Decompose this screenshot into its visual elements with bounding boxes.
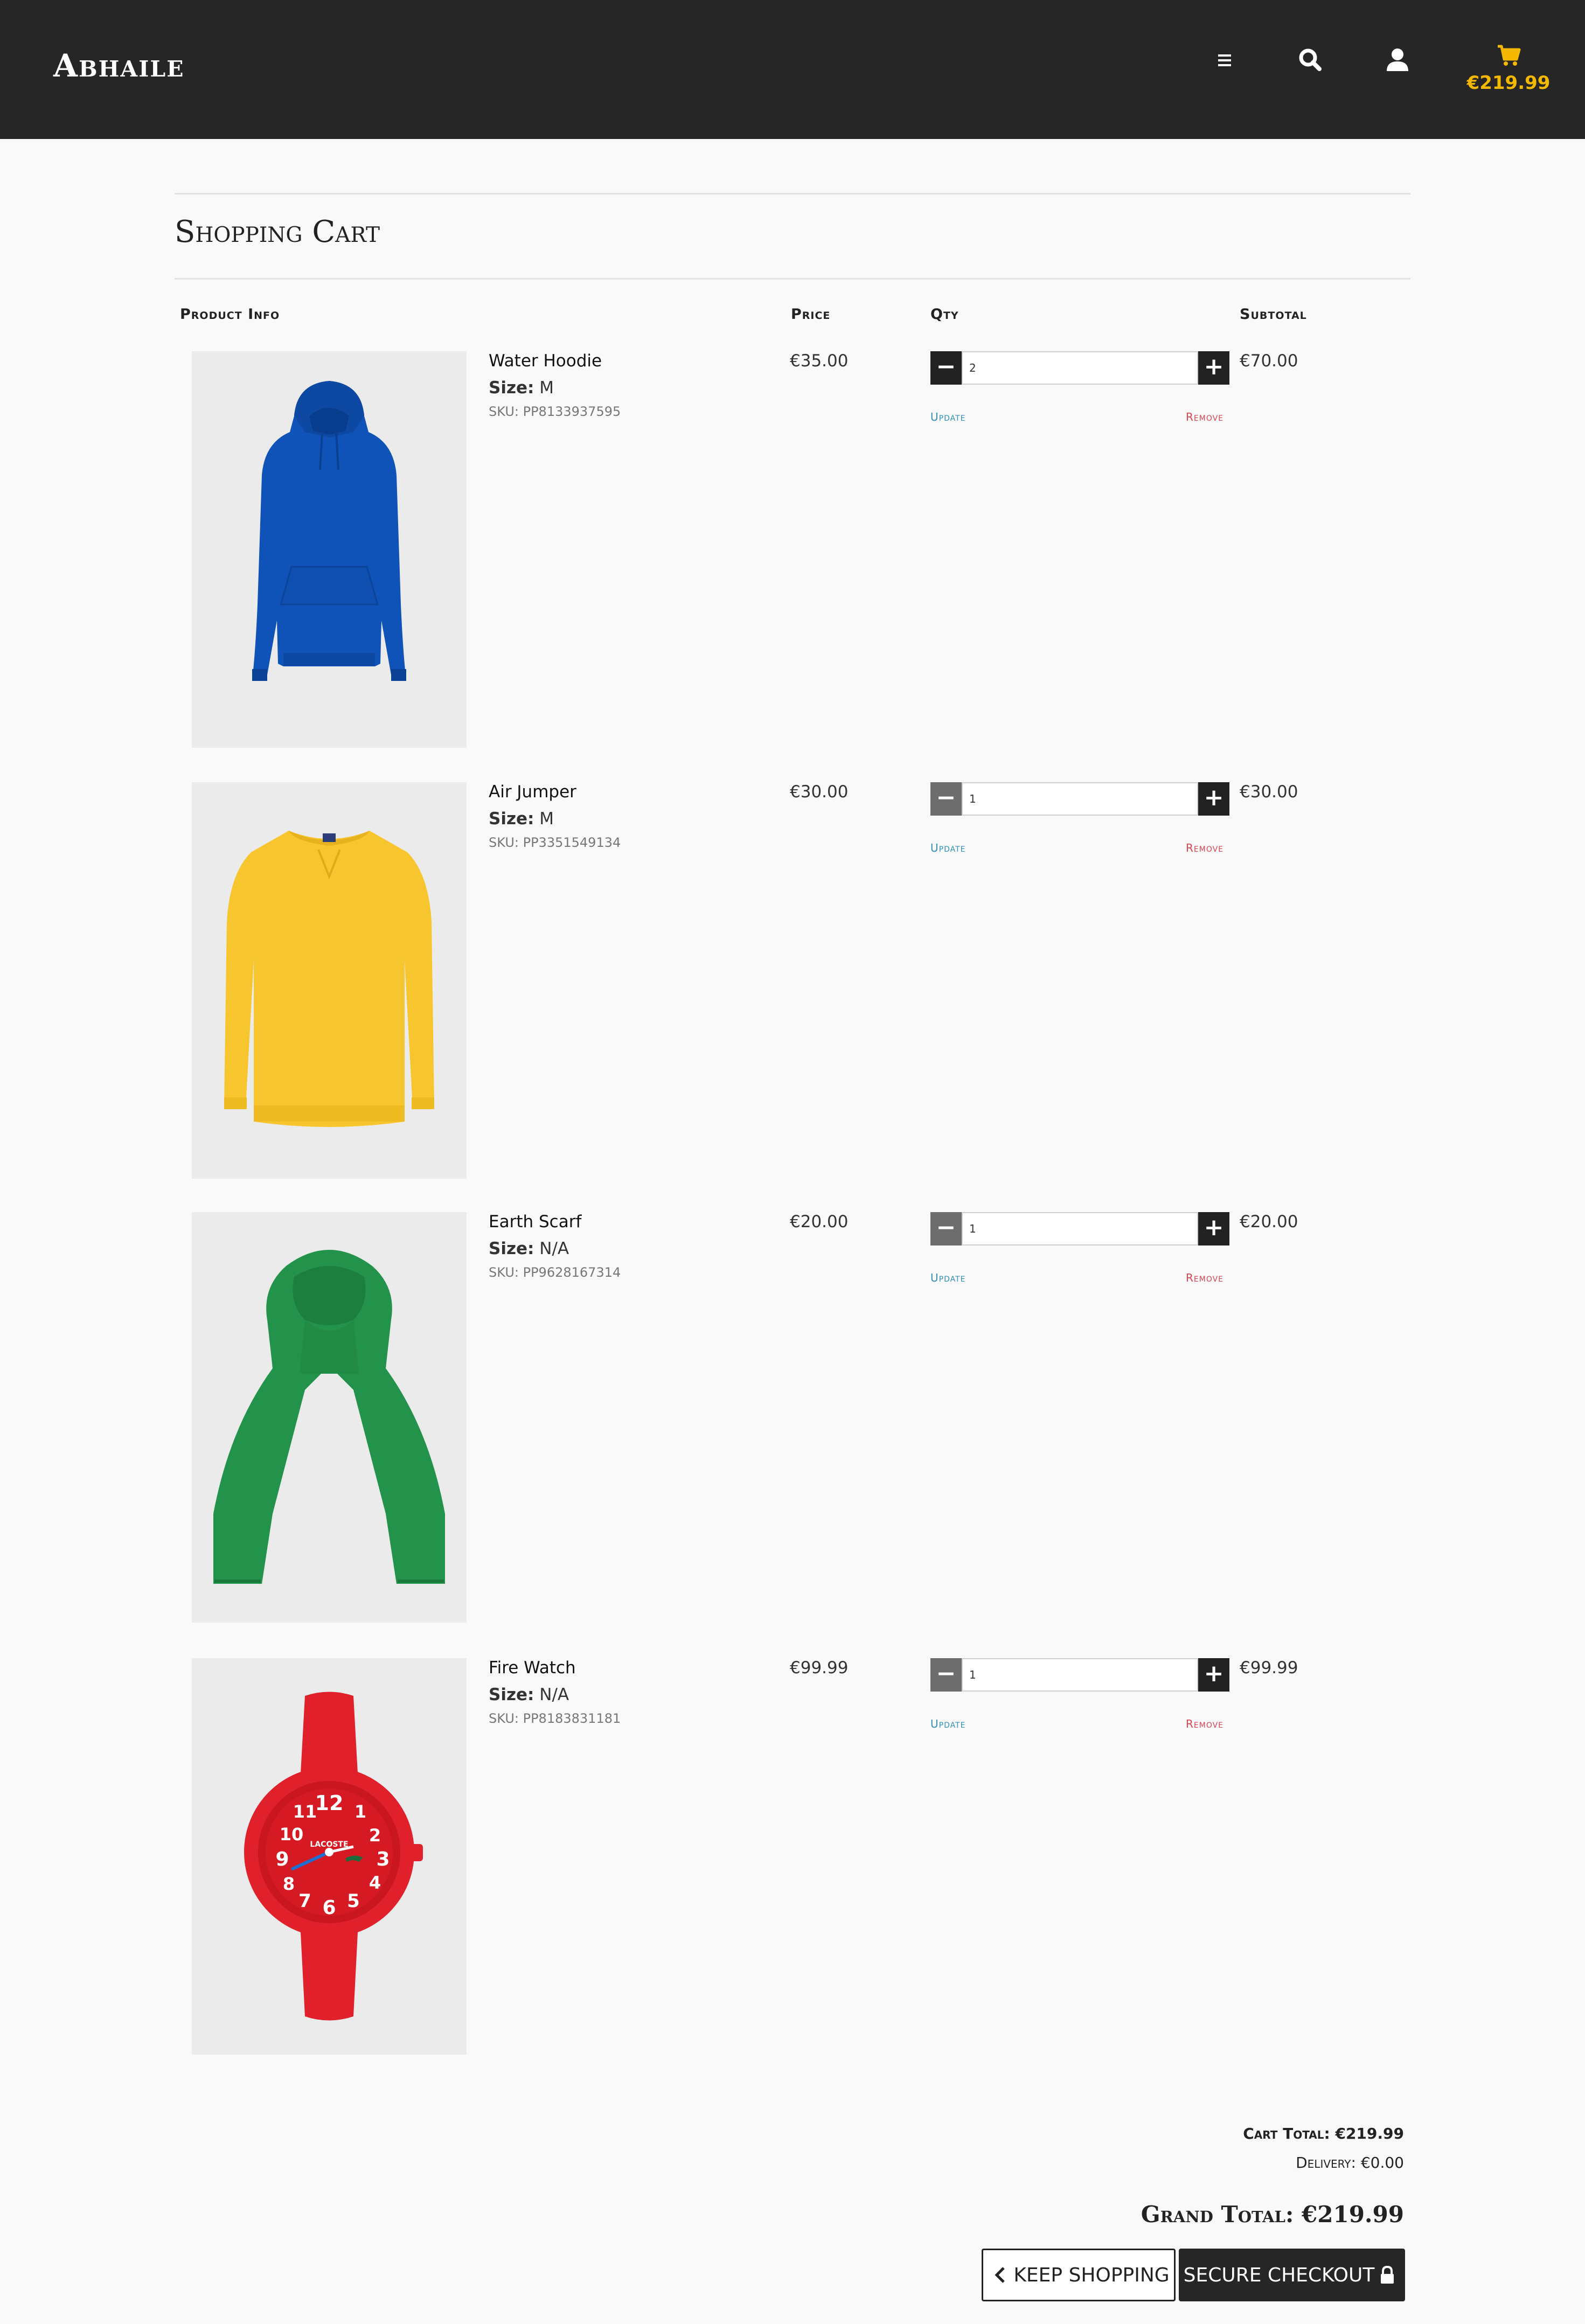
column-header-qty: Qty: [930, 306, 959, 323]
divider: [175, 278, 1410, 280]
keep-shopping-label: KEEP SHOPPING: [1013, 2264, 1170, 2286]
svg-text:3: 3: [376, 1848, 390, 1870]
product-subtotal: €20.00: [1240, 1212, 1298, 1231]
quantity-stepper: − +: [930, 1658, 1229, 1692]
quantity-input[interactable]: [962, 1212, 1198, 1246]
increment-button[interactable]: +: [1198, 1658, 1229, 1692]
svg-text:8: 8: [283, 1874, 295, 1894]
product-subtotal: €70.00: [1240, 351, 1298, 371]
update-link[interactable]: Update: [930, 841, 966, 854]
grand-total: Grand Total: €219.99: [1141, 2201, 1404, 2228]
size-value: M: [539, 809, 554, 829]
size-label: Size:: [489, 1685, 534, 1704]
secure-checkout-button[interactable]: SECURE CHECKOUT: [1179, 2249, 1405, 2301]
size-label: Size:: [489, 1239, 534, 1258]
search-icon[interactable]: [1294, 44, 1326, 76]
svg-text:11: 11: [293, 1801, 317, 1822]
increment-button[interactable]: +: [1198, 351, 1229, 385]
update-link[interactable]: Update: [930, 410, 966, 423]
svg-text:2: 2: [369, 1825, 381, 1846]
divider: [175, 193, 1410, 194]
svg-text:7: 7: [298, 1890, 311, 1912]
remove-link[interactable]: Remove: [1186, 410, 1223, 423]
product-name[interactable]: Fire Watch: [489, 1658, 576, 1678]
product-price: €30.00: [790, 782, 849, 802]
cart-link[interactable]: €219.99: [1465, 43, 1552, 94]
svg-text:12: 12: [315, 1791, 344, 1815]
top-navbar: Abhaile €219.99: [0, 0, 1585, 139]
update-link[interactable]: Update: [930, 1271, 966, 1284]
product-subtotal: €99.99: [1240, 1658, 1298, 1678]
product-price: €35.00: [790, 351, 849, 371]
size-label: Size:: [489, 378, 534, 398]
product-price: €20.00: [790, 1212, 849, 1231]
page-title: Shopping Cart: [175, 214, 380, 249]
product-image-scarf[interactable]: [192, 1212, 467, 1623]
product-name[interactable]: Air Jumper: [489, 782, 576, 802]
product-price: €99.99: [790, 1658, 849, 1678]
decrement-button[interactable]: −: [930, 351, 962, 385]
quantity-stepper: − +: [930, 1212, 1229, 1246]
product-image-watch[interactable]: 12 1 2 3 4 5 6 7 8 9 10 11 LACOSTE: [192, 1658, 467, 2055]
menu-icon[interactable]: [1208, 44, 1241, 76]
decrement-button[interactable]: −: [930, 1658, 962, 1692]
product-size: Size: M: [489, 378, 554, 398]
size-label: Size:: [489, 809, 534, 829]
remove-link[interactable]: Remove: [1186, 1271, 1223, 1284]
product-size: Size: M: [489, 809, 554, 829]
product-sku: SKU: PP9628167314: [489, 1265, 621, 1280]
svg-text:6: 6: [322, 1897, 336, 1919]
quantity-stepper: − +: [930, 351, 1229, 385]
quantity-input[interactable]: [962, 782, 1198, 816]
svg-text:9: 9: [275, 1848, 289, 1870]
keep-shopping-button[interactable]: KEEP SHOPPING: [982, 2249, 1176, 2301]
decrement-button[interactable]: −: [930, 782, 962, 816]
brand-logo[interactable]: Abhaile: [53, 47, 184, 84]
remove-link[interactable]: Remove: [1186, 1717, 1223, 1730]
increment-button[interactable]: +: [1198, 782, 1229, 816]
size-value: N/A: [539, 1685, 569, 1704]
svg-text:4: 4: [369, 1873, 381, 1893]
quantity-input[interactable]: [962, 1658, 1198, 1692]
decrement-button[interactable]: −: [930, 1212, 962, 1246]
account-icon[interactable]: [1381, 44, 1414, 76]
product-name[interactable]: Water Hoodie: [489, 351, 602, 371]
quantity-stepper: − +: [930, 782, 1229, 816]
size-value: N/A: [539, 1239, 569, 1258]
size-value: M: [539, 378, 554, 398]
cart-total-nav: €219.99: [1466, 72, 1551, 94]
quantity-input[interactable]: [962, 351, 1198, 385]
update-link[interactable]: Update: [930, 1717, 966, 1730]
product-subtotal: €30.00: [1240, 782, 1298, 802]
delivery-cost: Delivery: €0.00: [1296, 2154, 1404, 2172]
product-name[interactable]: Earth Scarf: [489, 1212, 581, 1231]
secure-checkout-label: SECURE CHECKOUT: [1183, 2264, 1375, 2286]
product-sku: SKU: PP3351549134: [489, 835, 621, 850]
product-sku: SKU: PP8133937595: [489, 404, 621, 419]
increment-button[interactable]: +: [1198, 1212, 1229, 1246]
column-header-subtotal: Subtotal: [1240, 306, 1307, 323]
chevron-left-icon: [995, 2267, 1005, 2283]
svg-text:10: 10: [280, 1824, 304, 1845]
product-image-jumper[interactable]: [192, 782, 467, 1179]
remove-link[interactable]: Remove: [1186, 841, 1223, 854]
product-sku: SKU: PP8183831181: [489, 1711, 621, 1726]
svg-text:1: 1: [354, 1801, 366, 1822]
column-header-price: Price: [791, 306, 831, 323]
svg-text:5: 5: [347, 1890, 360, 1912]
product-size: Size: N/A: [489, 1685, 569, 1704]
product-size: Size: N/A: [489, 1239, 569, 1258]
cart-total: Cart Total: €219.99: [1243, 2125, 1404, 2142]
watch-brand-text: LACOSTE: [310, 1840, 348, 1849]
cart-icon: [1498, 45, 1521, 66]
product-image-hoodie[interactable]: [192, 351, 467, 748]
column-header-product-info: Product Info: [180, 306, 280, 323]
lock-icon: [1381, 2265, 1394, 2284]
